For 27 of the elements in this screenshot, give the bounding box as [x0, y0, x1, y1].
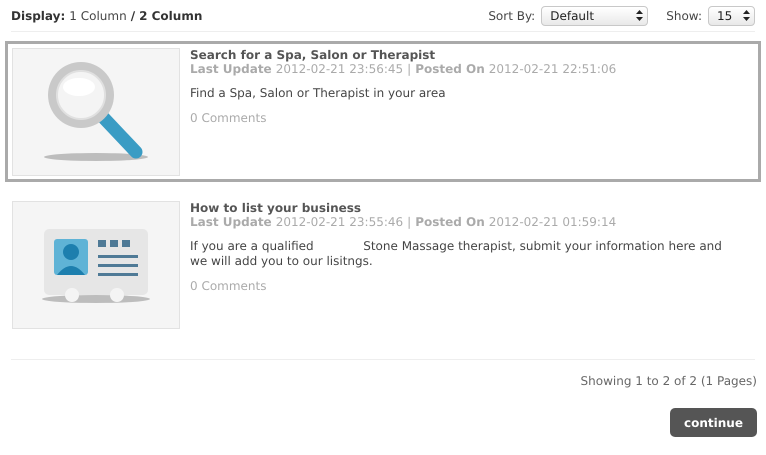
update-label: Last Update: [190, 62, 272, 76]
update-date: 2012-02-21 23:56:45: [276, 62, 404, 76]
posted-label: Posted On: [415, 215, 485, 229]
separator: /: [130, 8, 136, 24]
show-label: Show:: [666, 8, 702, 24]
posted-date: 2012-02-21 22:51:06: [488, 62, 616, 76]
stepper-arrows-icon: [743, 10, 750, 21]
listing-title[interactable]: Search for a Spa, Salon or Therapist: [190, 48, 730, 62]
sort-select[interactable]: Default: [541, 6, 648, 26]
display-option[interactable]: 1 Column: [69, 6, 127, 24]
posted-date: 2012-02-21 01:59:14: [488, 215, 616, 229]
sort-label: Sort By:: [488, 8, 536, 24]
pagination-summary: Showing 1 to 2 of 2 (1 Pages): [580, 373, 757, 390]
listing-description: Find a Spa, Salon or Therapist in your area: [190, 86, 447, 101]
listing-title[interactable]: How to list your business: [190, 201, 730, 215]
stepper-arrows-icon: [636, 10, 644, 21]
listing-card[interactable]: Search for a Spa, Salon or Therapist Last Update 2012-02-21 23:56:45 | Posted On 2012-02-21 22:51:06 Find a Spa, Salon or Therapist in your area 0 Comments: [5, 41, 761, 182]
update-date: 2012-02-21 23:55:46: [276, 215, 404, 229]
display-label: Display:: [11, 8, 66, 24]
divider: |: [407, 62, 412, 76]
show-select[interactable]: 15: [708, 6, 755, 26]
continue-button[interactable]: continue: [670, 408, 757, 437]
listing-description: If you are a qualified Stone Massage therapist, submit your information here and we will add you to our lisitngs.: [190, 239, 723, 269]
update-label: Last Update: [190, 215, 272, 229]
display-option[interactable]: 2 Column: [139, 6, 202, 24]
posted-label: Posted On: [415, 62, 485, 76]
divider: |: [407, 215, 412, 229]
